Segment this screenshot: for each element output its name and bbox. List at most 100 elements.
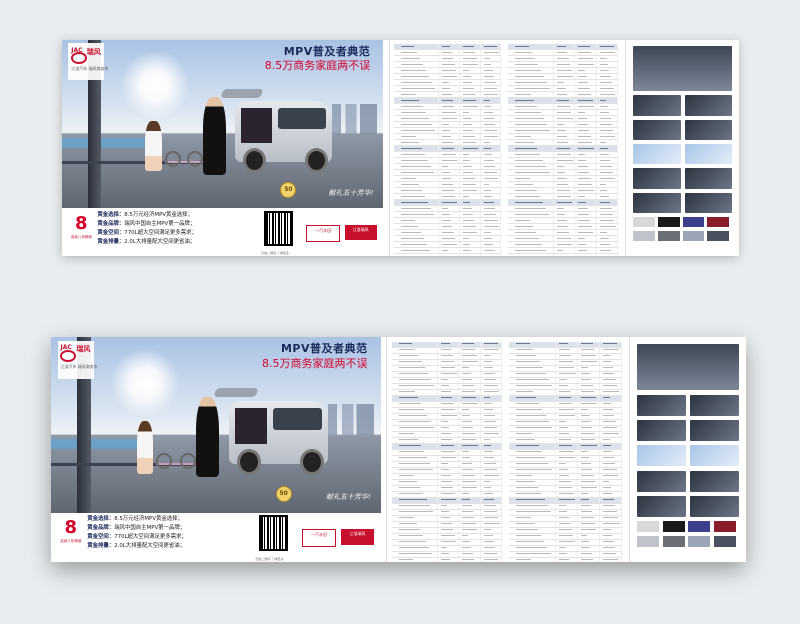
- spec-cell: [578, 551, 600, 557]
- spec-cell: [575, 74, 597, 80]
- spec-cell: [575, 92, 597, 98]
- spec-cell: [460, 194, 481, 200]
- spec-cell: [481, 443, 503, 449]
- spec-cell: [481, 170, 502, 176]
- spec-cell: [556, 347, 579, 353]
- spec-cell: [460, 212, 481, 218]
- spec-cell: [600, 431, 622, 437]
- spec-cell: [575, 86, 597, 92]
- bicycle: [164, 134, 204, 168]
- interior-photo: [632, 46, 733, 92]
- spec-cell: [481, 194, 502, 200]
- spec-cell: [509, 509, 557, 515]
- spec-cell: [600, 443, 622, 449]
- spec-cell: [575, 188, 597, 194]
- brand-logo-box: JAC 瑞风 江淮汽车 瑞风商务车: [68, 43, 109, 81]
- spec-cell: [481, 455, 503, 461]
- spec-cell: [509, 479, 557, 485]
- spec-cell: [575, 254, 597, 256]
- spec-cell: [460, 152, 481, 158]
- spec-cell: [600, 425, 622, 431]
- spec-cell: [481, 491, 503, 497]
- spec-cell: [556, 383, 579, 389]
- spec-cell: [438, 467, 460, 473]
- feature-item: 黄金空间：770L超大空间满足更多需求；: [97, 230, 197, 237]
- spec-cell: [575, 134, 597, 140]
- spec-cell: [554, 236, 576, 242]
- spec-cell: [600, 389, 622, 395]
- spec-cell: [554, 194, 576, 200]
- detail-photo: [684, 119, 733, 140]
- spec-cell: [600, 467, 622, 473]
- photo-panel: [625, 40, 739, 256]
- spec-cell: [508, 182, 555, 188]
- spec-cell: [394, 158, 439, 164]
- spec-cell: [597, 80, 619, 86]
- spec-cell: [509, 407, 557, 413]
- spec-cell: [509, 425, 557, 431]
- spec-cell: [508, 104, 555, 110]
- spec-cell: [554, 176, 576, 182]
- spec-cell: [394, 182, 439, 188]
- spec-cell: [438, 377, 460, 383]
- spec-cell: [578, 503, 600, 509]
- color-swatch: [632, 231, 655, 242]
- detail-photo: [684, 168, 733, 189]
- spec-cell: [575, 62, 597, 68]
- spec-cell: [509, 401, 557, 407]
- spec-cell: [578, 425, 600, 431]
- spec-cell: [575, 128, 597, 134]
- spec-cell: [460, 110, 481, 116]
- spec-cell: [481, 74, 502, 80]
- spec-cell: [460, 116, 481, 122]
- spec-cell: [439, 44, 460, 50]
- spec-cell: [597, 164, 619, 170]
- spec-cell: [508, 44, 555, 50]
- spec-cell: [556, 491, 579, 497]
- spec-cell: [508, 224, 555, 230]
- spec-cell: [509, 389, 557, 395]
- spec-cell: [509, 353, 557, 359]
- spec-cell: [578, 539, 600, 545]
- spec-cell: [394, 92, 439, 98]
- spec-cell: [508, 194, 555, 200]
- spec-cell: [439, 140, 460, 146]
- spec-cell: [597, 212, 619, 218]
- spec-cell: [600, 497, 622, 503]
- spec-cell: [392, 539, 438, 545]
- detail-photo: [632, 143, 681, 165]
- spec-cell: [394, 170, 439, 176]
- spec-cell: [556, 365, 579, 371]
- spec-cell: [556, 353, 579, 359]
- anniversary-badge-icon: 50: [275, 485, 292, 502]
- spec-cell: [509, 371, 557, 377]
- spec-cell: [459, 377, 481, 383]
- spec-cell: [575, 56, 597, 62]
- spec-cell: [556, 455, 579, 461]
- spec-cell: [459, 437, 481, 443]
- spec-cell: [459, 449, 481, 455]
- spec-cell: [481, 407, 503, 413]
- spec-cell: [554, 158, 576, 164]
- spec-cell: [556, 497, 579, 503]
- mpv-van: [213, 387, 328, 481]
- spec-cell: [597, 128, 619, 134]
- spec-cell: [438, 443, 460, 449]
- spec-cell: [600, 341, 622, 347]
- spec-cell: [508, 170, 555, 176]
- spec-cell: [459, 371, 481, 377]
- spec-cell: [575, 122, 597, 128]
- spec-cell: [392, 485, 438, 491]
- detail-photo: [632, 95, 681, 116]
- spec-cell: [556, 431, 579, 437]
- spec-cell: [460, 50, 481, 56]
- spec-cell: [575, 152, 597, 158]
- spec-cell: [556, 419, 579, 425]
- spec-cell: [392, 515, 438, 521]
- spec-cell: [556, 437, 579, 443]
- spec-cell: [575, 50, 597, 56]
- slogan: 献礼五十芳华!: [328, 189, 374, 198]
- spec-cell: [439, 74, 460, 80]
- spec-cell: [459, 359, 481, 365]
- spec-cell: [578, 521, 600, 527]
